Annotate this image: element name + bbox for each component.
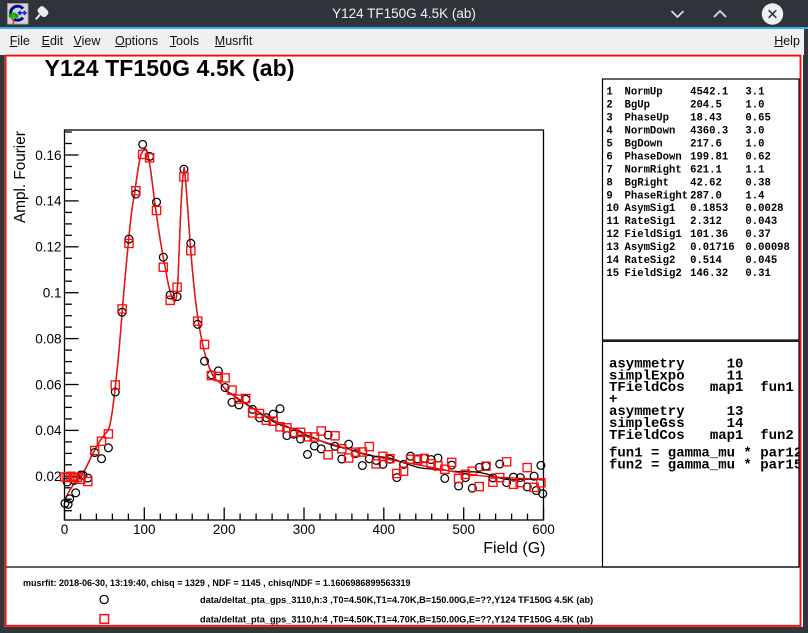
svg-text:3: 3 (606, 113, 612, 125)
svg-text:4: 4 (606, 126, 613, 138)
svg-text:2.312: 2.312 (690, 216, 722, 228)
svg-text:Y124 TF150G 4.5K (ab): Y124 TF150G 4.5K (ab) (45, 55, 295, 81)
svg-text:RateSig2: RateSig2 (625, 255, 676, 267)
svg-text:NormDown: NormDown (625, 126, 676, 138)
svg-text:NormUp: NormUp (625, 87, 663, 99)
svg-text:TFieldCos map1 fun1: TFieldCos map1 fun1 (609, 380, 794, 396)
svg-text:data/deltat_pta_gps_3110,h:4 ,: data/deltat_pta_gps_3110,h:4 ,T0=4.50K,T… (200, 614, 593, 624)
svg-text:0.00098: 0.00098 (745, 242, 790, 254)
svg-text:musrfit: 2018-06-30, 13:19:40,: musrfit: 2018-06-30, 13:19:40, chisq = 1… (23, 578, 410, 588)
svg-text:fun2 = gamma_mu * par15: fun2 = gamma_mu * par15 (609, 457, 802, 473)
svg-text:101.36: 101.36 (690, 229, 728, 241)
svg-text:0.08: 0.08 (35, 331, 61, 346)
svg-text:0.62: 0.62 (745, 151, 770, 163)
svg-text:0.0028: 0.0028 (745, 203, 783, 215)
svg-text:1.0: 1.0 (745, 138, 764, 150)
svg-text:0.37: 0.37 (745, 229, 770, 241)
svg-text:11: 11 (606, 216, 619, 228)
svg-text:0.04: 0.04 (35, 423, 62, 438)
svg-text:4360.3: 4360.3 (690, 126, 728, 138)
svg-text:PhaseDown: PhaseDown (625, 151, 682, 163)
svg-text:0.043: 0.043 (745, 216, 777, 228)
svg-text:0.02: 0.02 (35, 469, 61, 484)
svg-text:0.06: 0.06 (35, 377, 61, 392)
svg-text:0.12: 0.12 (35, 240, 61, 255)
svg-text:BgRight: BgRight (625, 177, 670, 189)
svg-text:42.62: 42.62 (690, 177, 722, 189)
svg-text:200: 200 (213, 522, 236, 537)
svg-text:RateSig1: RateSig1 (625, 216, 676, 228)
svg-text:300: 300 (293, 522, 316, 537)
svg-text:0.38: 0.38 (745, 177, 770, 189)
svg-text:600: 600 (532, 522, 555, 537)
svg-text:9: 9 (606, 190, 612, 202)
svg-text:2: 2 (606, 100, 612, 112)
svg-text:0.01716: 0.01716 (690, 242, 735, 254)
svg-text:1.4: 1.4 (745, 190, 765, 202)
svg-text:NormRight: NormRight (625, 164, 682, 176)
svg-text:4542.1: 4542.1 (690, 87, 728, 99)
svg-text:100: 100 (133, 522, 156, 537)
svg-text:7: 7 (606, 164, 612, 176)
svg-text:PhaseUp: PhaseUp (625, 113, 670, 125)
svg-text:1.1: 1.1 (745, 164, 764, 176)
svg-text:PhaseRight: PhaseRight (625, 190, 689, 202)
svg-text:0.045: 0.045 (745, 255, 777, 267)
svg-text:15: 15 (606, 268, 619, 280)
svg-text:8: 8 (606, 177, 612, 189)
svg-text:12: 12 (606, 229, 619, 241)
svg-text:217.6: 217.6 (690, 138, 722, 150)
svg-text:BgUp: BgUp (625, 100, 650, 112)
svg-text:13: 13 (606, 242, 619, 254)
svg-text:0.65: 0.65 (745, 113, 770, 125)
svg-text:TFieldCos map1 fun2: TFieldCos map1 fun2 (609, 428, 794, 444)
svg-text:204.5: 204.5 (690, 100, 722, 112)
svg-text:199.81: 199.81 (690, 151, 728, 163)
svg-text:14: 14 (606, 255, 619, 267)
svg-text:0.1853: 0.1853 (690, 203, 728, 215)
svg-text:10: 10 (606, 203, 619, 215)
svg-text:500: 500 (452, 522, 475, 537)
svg-text:Ampl. Fourier: Ampl. Fourier (12, 131, 29, 223)
svg-text:0.14: 0.14 (35, 194, 62, 209)
svg-text:BgDown: BgDown (625, 138, 663, 150)
svg-text:400: 400 (373, 522, 396, 537)
svg-text:287.0: 287.0 (690, 190, 722, 202)
svg-text:18.43: 18.43 (690, 113, 722, 125)
svg-text:Field (G): Field (G) (483, 540, 545, 557)
svg-text:0.31: 0.31 (745, 268, 770, 280)
svg-text:3.1: 3.1 (745, 87, 764, 99)
svg-text:data/deltat_pta_gps_3110,h:3 ,: data/deltat_pta_gps_3110,h:3 ,T0=4.50K,T… (200, 595, 593, 605)
svg-text:6: 6 (606, 151, 612, 163)
svg-text:FieldSig2: FieldSig2 (625, 268, 682, 280)
svg-text:0.514: 0.514 (690, 255, 722, 267)
svg-text:146.32: 146.32 (690, 268, 728, 280)
svg-text:AsymSig2: AsymSig2 (625, 242, 676, 254)
svg-text:621.1: 621.1 (690, 164, 722, 176)
svg-text:3.0: 3.0 (745, 126, 764, 138)
svg-text:1: 1 (606, 87, 612, 99)
svg-text:5: 5 (606, 138, 612, 150)
svg-text:0: 0 (61, 522, 69, 537)
svg-text:FieldSig1: FieldSig1 (625, 229, 682, 241)
svg-text:1.0: 1.0 (745, 100, 764, 112)
svg-text:0.1: 0.1 (43, 286, 62, 301)
svg-text:0.16: 0.16 (35, 148, 61, 163)
svg-text:AsymSig1: AsymSig1 (625, 203, 676, 215)
